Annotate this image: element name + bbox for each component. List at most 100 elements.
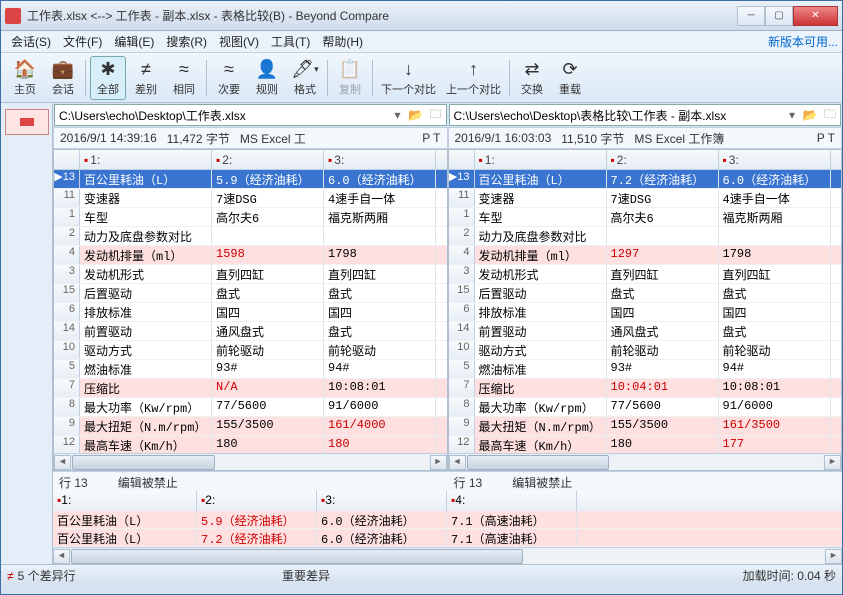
right-file-info: 2016/9/1 16:03:03 11,510 字节 MS Excel 工作簿… xyxy=(448,127,843,149)
table-row[interactable]: 9最大扭矩（N.m/rpm）155/3500161/3500 xyxy=(449,417,842,436)
right-pathbar: ▾ 📂 🗀 xyxy=(449,104,842,126)
table-row[interactable]: 10驱动方式前轮驱动前轮驱动 xyxy=(54,341,447,360)
right-date: 2016/9/1 16:03:03 xyxy=(455,131,552,145)
bottom-left-status: 编辑被禁止 xyxy=(118,474,178,489)
diff-button[interactable]: ≠差别 xyxy=(128,56,164,100)
format-button-icon: 🖋▾ xyxy=(291,59,318,81)
rules-button-icon: 👤 xyxy=(256,59,278,81)
left-pathbar: ▾ 📂 🗀 xyxy=(54,104,447,126)
next-diff-button[interactable]: ↓下一个对比 xyxy=(377,56,440,100)
table-row[interactable]: 4发动机排量（ml）15981798 xyxy=(54,246,447,265)
table-row[interactable]: 1车型高尔夫6福克斯两厢 xyxy=(449,208,842,227)
table-row[interactable]: 12最高车速（Km/h）180180 xyxy=(54,436,447,453)
right-path-input[interactable] xyxy=(450,106,785,124)
table-row[interactable]: 2动力及底盘参数对比 xyxy=(449,227,842,246)
left-hscrollbar[interactable]: ◄► xyxy=(54,453,447,470)
close-button[interactable]: ✕ xyxy=(793,6,838,26)
table-row[interactable]: 4发动机排量（ml）12971798 xyxy=(449,246,842,265)
same-button[interactable]: ≈相同 xyxy=(166,56,202,100)
left-open-icon[interactable]: 📂 xyxy=(406,108,426,122)
status-middle: 重要差异 xyxy=(282,567,330,584)
menu-tools[interactable]: 工具(T) xyxy=(265,31,316,52)
table-row[interactable]: 6排放标准国四国四 xyxy=(54,303,447,322)
table-row[interactable]: 3发动机形式直列四缸直列四缸 xyxy=(54,265,447,284)
table-row[interactable]: 8最大功率（Kw/rpm）77/560091/6000 xyxy=(449,398,842,417)
rules-button[interactable]: 👤规则 xyxy=(249,56,285,100)
app-icon xyxy=(5,8,21,24)
left-browse-icon[interactable]: 🗀 xyxy=(426,105,446,126)
table-row[interactable]: ▶13百公里耗油（L）7.2（经济油耗）6.0（经济油耗） xyxy=(449,170,842,189)
bottom-detail-rows[interactable]: 百公里耗油（L）5.9（经济油耗）6.0（经济油耗）7.1（高速油耗）百公里耗油… xyxy=(53,511,842,547)
table-row[interactable]: 7压缩比N/A10:08:01 xyxy=(54,379,447,398)
prev-diff-button-icon: ↑ xyxy=(469,59,478,81)
menu-session[interactable]: 会话(S) xyxy=(5,31,57,52)
table-row[interactable]: 7压缩比10:04:0110:08:01 xyxy=(449,379,842,398)
side-tab-thumbnail[interactable] xyxy=(5,109,49,135)
table-row[interactable]: 11变速器7速DSG4速手自一体 xyxy=(449,189,842,208)
bottom-right-line: 行 13 xyxy=(454,474,483,489)
left-size: 11,472 字节 xyxy=(167,130,230,147)
detail-row[interactable]: 百公里耗油（L）7.2（经济油耗）6.0（经济油耗）7.1（高速油耗） xyxy=(53,529,842,547)
status-diff-icon: ≠ xyxy=(7,569,14,583)
home-button[interactable]: 🏠主页 xyxy=(7,56,43,100)
detail-row[interactable]: 百公里耗油（L）5.9（经济油耗）6.0（经济油耗）7.1（高速油耗） xyxy=(53,511,842,529)
minor-button[interactable]: ≈次要 xyxy=(211,56,247,100)
table-row[interactable]: 6排放标准国四国四 xyxy=(449,303,842,322)
table-row[interactable]: 15后置驱动盘式盘式 xyxy=(54,284,447,303)
menu-edit[interactable]: 编辑(E) xyxy=(108,31,160,52)
table-row[interactable]: 8最大功率（Kw/rpm）77/560091/6000 xyxy=(54,398,447,417)
table-row[interactable]: 15后置驱动盘式盘式 xyxy=(449,284,842,303)
right-browse-icon[interactable]: 🗀 xyxy=(820,105,840,126)
menu-file[interactable]: 文件(F) xyxy=(57,31,108,52)
sessions-button[interactable]: 💼会话 xyxy=(45,56,81,100)
table-row[interactable]: 14前置驱动通风盘式盘式 xyxy=(449,322,842,341)
left-grid[interactable]: ▪1: ▪2: ▪3: ▶13百公里耗油（L）5.9（经济油耗）6.0（经济油耗… xyxy=(53,149,448,471)
menu-search[interactable]: 搜索(R) xyxy=(160,31,213,52)
table-row[interactable]: 14前置驱动通风盘式盘式 xyxy=(54,322,447,341)
table-row[interactable]: 10驱动方式前轮驱动前轮驱动 xyxy=(449,341,842,360)
table-row[interactable]: 12最高车速（Km/h）180177 xyxy=(449,436,842,453)
table-row[interactable]: 5燃油标准93#94# xyxy=(449,360,842,379)
right-path-dropdown-icon[interactable]: ▾ xyxy=(784,108,800,122)
update-notice[interactable]: 新版本可用... xyxy=(768,33,838,50)
left-path-dropdown-icon[interactable]: ▾ xyxy=(390,108,406,122)
right-open-icon[interactable]: 📂 xyxy=(800,108,820,122)
statusbar: ≠ 5 个差异行 重要差异 加载时间: 0.04 秒 xyxy=(1,564,842,586)
table-row[interactable]: 5燃油标准93#94# xyxy=(54,360,447,379)
toolbar: 🏠主页💼会话✱全部≠差别≈相同≈次要👤规则🖋▾格式📋复制↓下一个对比↑上一个对比… xyxy=(1,53,842,103)
same-button-icon: ≈ xyxy=(179,59,189,81)
swap-button[interactable]: ⇄交换 xyxy=(514,56,550,100)
bottom-right-status: 编辑被禁止 xyxy=(512,474,572,489)
menu-help[interactable]: 帮助(H) xyxy=(316,31,369,52)
right-pt[interactable]: P T xyxy=(817,131,835,145)
table-row[interactable]: 9最大扭矩（N.m/rpm）155/3500161/4000 xyxy=(54,417,447,436)
table-row[interactable]: 2动力及底盘参数对比 xyxy=(54,227,447,246)
swap-button-icon: ⇄ xyxy=(524,59,539,81)
right-grid[interactable]: ▪1: ▪2: ▪3: ▶13百公里耗油（L）7.2（经济油耗）6.0（经济油耗… xyxy=(448,149,843,471)
minimize-button[interactable]: ─ xyxy=(737,6,765,26)
reload-button[interactable]: ⟳重载 xyxy=(552,56,588,100)
minor-button-icon: ≈ xyxy=(224,59,234,81)
copy-button[interactable]: 📋复制 xyxy=(332,56,368,100)
table-row[interactable]: 11变速器7速DSG4速手自一体 xyxy=(54,189,447,208)
menu-view[interactable]: 视图(V) xyxy=(213,31,265,52)
next-diff-button-icon: ↓ xyxy=(404,59,413,81)
window-title: 工作表.xlsx <--> 工作表 - 副本.xlsx - 表格比较(B) - … xyxy=(27,7,737,24)
prev-diff-button[interactable]: ↑上一个对比 xyxy=(442,56,505,100)
table-row[interactable]: ▶13百公里耗油（L）5.9（经济油耗）6.0（经济油耗） xyxy=(54,170,447,189)
table-row[interactable]: 3发动机形式直列四缸直列四缸 xyxy=(449,265,842,284)
maximize-button[interactable]: ▢ xyxy=(765,6,793,26)
table-row[interactable]: 1车型高尔夫6福克斯两厢 xyxy=(54,208,447,227)
reload-button-icon: ⟳ xyxy=(562,59,577,81)
window-controls: ─ ▢ ✕ xyxy=(737,6,838,26)
right-format: MS Excel 工作簿 xyxy=(634,130,724,147)
right-hscrollbar[interactable]: ◄► xyxy=(449,453,842,470)
side-tabs xyxy=(1,103,53,564)
all-button[interactable]: ✱全部 xyxy=(90,56,126,100)
titlebar[interactable]: 工作表.xlsx <--> 工作表 - 副本.xlsx - 表格比较(B) - … xyxy=(1,1,842,31)
format-button[interactable]: 🖋▾格式 xyxy=(287,56,323,100)
status-diff-count: 5 个差异行 xyxy=(18,567,76,584)
left-path-input[interactable] xyxy=(55,106,390,124)
left-pt[interactable]: P T xyxy=(422,131,440,145)
bottom-hscrollbar[interactable]: ◄► xyxy=(53,547,842,564)
